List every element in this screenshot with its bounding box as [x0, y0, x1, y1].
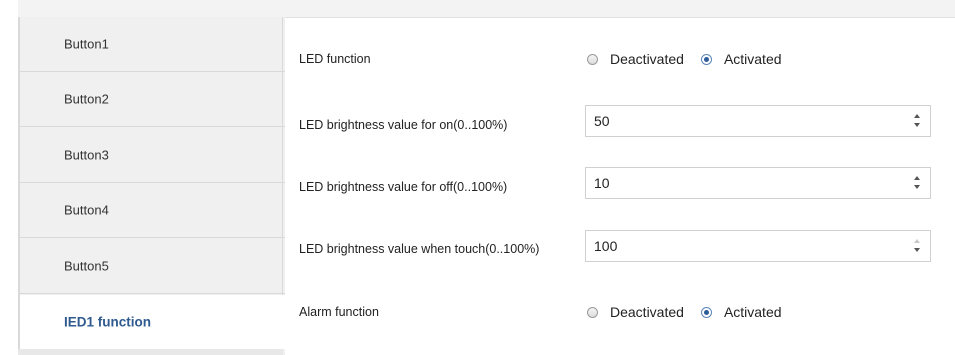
sidebar-item-label: Button2 [64, 91, 109, 107]
radio-label: Activated [723, 304, 782, 320]
spin-down-arrow-icon[interactable] [914, 185, 920, 189]
radio-label: Activated [723, 51, 782, 67]
alarm-function-activated-radio[interactable]: Activated [700, 304, 782, 320]
sidebar-item-button4[interactable]: Button4 [20, 183, 285, 238]
sidebar-item-button1[interactable]: Button1 [20, 17, 285, 72]
radio-unchecked-icon [587, 53, 598, 65]
led-function-activated-radio[interactable]: Activated [700, 51, 782, 67]
radio-checked-icon [700, 53, 712, 65]
brightness-off-spinbox[interactable]: 10 [585, 167, 931, 199]
brightness-touch-spinbox[interactable]: 100 [585, 230, 931, 262]
spin-down-arrow-icon[interactable] [914, 248, 920, 252]
sidebar-item-button2[interactable]: Button2 [20, 72, 285, 127]
brightness-off-value[interactable]: 10 [594, 175, 610, 191]
radio-checked-icon [700, 306, 712, 318]
sidebar: Button1 Button2 Button3 Button4 Button5 … [18, 17, 285, 355]
sidebar-item-label: Button1 [64, 36, 109, 52]
sidebar-item-label: IED1 function [64, 314, 151, 330]
led-function-label: LED function [299, 52, 371, 66]
radio-unchecked-icon [587, 306, 598, 318]
spin-down-arrow-icon[interactable] [914, 123, 920, 127]
spin-up-arrow-icon[interactable] [914, 114, 920, 118]
brightness-on-label: LED brightness value for on(0..100%) [299, 118, 508, 132]
top-strip [18, 0, 955, 18]
spin-up-arrow-icon[interactable] [914, 176, 920, 180]
sidebar-item-button3[interactable]: Button3 [20, 128, 285, 183]
radio-label: Deactivated [610, 304, 684, 320]
sidebar-item-label: Button5 [64, 258, 109, 274]
sidebar-divider [282, 17, 283, 295]
alarm-function-label: Alarm function [299, 305, 379, 319]
brightness-touch-value[interactable]: 100 [594, 238, 617, 254]
brightness-on-value[interactable]: 50 [594, 113, 610, 129]
alarm-function-deactivated-radio[interactable]: Deactivated [587, 304, 684, 320]
spin-arrows[interactable] [914, 111, 922, 131]
spin-arrows[interactable] [914, 173, 922, 193]
sidebar-item-label: Button3 [64, 147, 109, 163]
spin-up-arrow-icon[interactable] [914, 239, 920, 243]
sidebar-item-button5[interactable]: Button5 [20, 239, 285, 294]
alarm-function-radio-group: Deactivated Activated [587, 302, 799, 322]
spin-arrows[interactable] [914, 236, 922, 256]
brightness-on-spinbox[interactable]: 50 [585, 105, 931, 137]
led-function-deactivated-radio[interactable]: Deactivated [587, 51, 684, 67]
sidebar-item-label: Button4 [64, 202, 109, 218]
brightness-touch-label: LED brightness value when touch(0..100%) [299, 242, 540, 256]
radio-label: Deactivated [610, 51, 684, 67]
sidebar-item-ied1-function[interactable]: IED1 function [20, 295, 285, 349]
led-function-radio-group: Deactivated Activated [587, 49, 799, 69]
parameter-window: Button1 Button2 Button3 Button4 Button5 … [0, 0, 955, 355]
brightness-off-label: LED brightness value for off(0..100%) [299, 180, 508, 194]
bottom-strip [18, 349, 283, 355]
